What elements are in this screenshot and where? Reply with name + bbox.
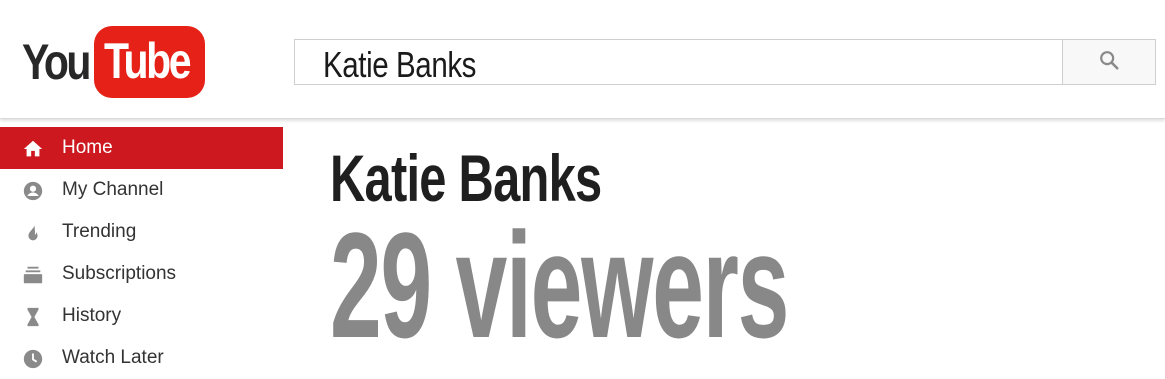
- search-query-text: Katie Banks: [323, 44, 477, 85]
- search-icon: [1098, 49, 1120, 76]
- search-button[interactable]: [1062, 39, 1156, 85]
- logo-you-text: You: [22, 34, 91, 90]
- sidebar-item-trending[interactable]: Trending: [0, 211, 283, 253]
- sidebar-item-label: My Channel: [62, 179, 164, 200]
- subscriptions-icon: [22, 264, 44, 286]
- sidebar-item-label: Home: [62, 137, 113, 158]
- sidebar-item-label: Trending: [62, 221, 137, 242]
- sidebar-item-watch-later[interactable]: Watch Later: [0, 337, 283, 379]
- sidebar-item-subscriptions[interactable]: Subscriptions: [0, 253, 283, 295]
- sidebar: Home My Channel Trending Subscriptions H…: [0, 127, 283, 379]
- youtube-logo[interactable]: You Tube: [22, 23, 212, 101]
- account-icon: [22, 180, 44, 202]
- sidebar-item-label: Watch Later: [62, 347, 164, 368]
- viewer-count: 29 viewers: [330, 201, 789, 369]
- logo-tube-badge: Tube: [93, 26, 206, 98]
- flame-icon: [22, 222, 44, 244]
- top-header: You Tube Katie Banks: [0, 0, 1165, 119]
- search-input[interactable]: Katie Banks: [294, 39, 1062, 85]
- sidebar-item-history[interactable]: History: [0, 295, 283, 337]
- logo-tube-text: Tube: [103, 33, 192, 89]
- sidebar-item-label: Subscriptions: [62, 263, 177, 284]
- clock-icon: [22, 348, 44, 370]
- sidebar-item-label: History: [62, 305, 122, 326]
- sidebar-item-home[interactable]: Home: [0, 127, 283, 169]
- hourglass-icon: [22, 306, 44, 328]
- home-icon: [22, 138, 44, 160]
- sidebar-item-my-channel[interactable]: My Channel: [0, 169, 283, 211]
